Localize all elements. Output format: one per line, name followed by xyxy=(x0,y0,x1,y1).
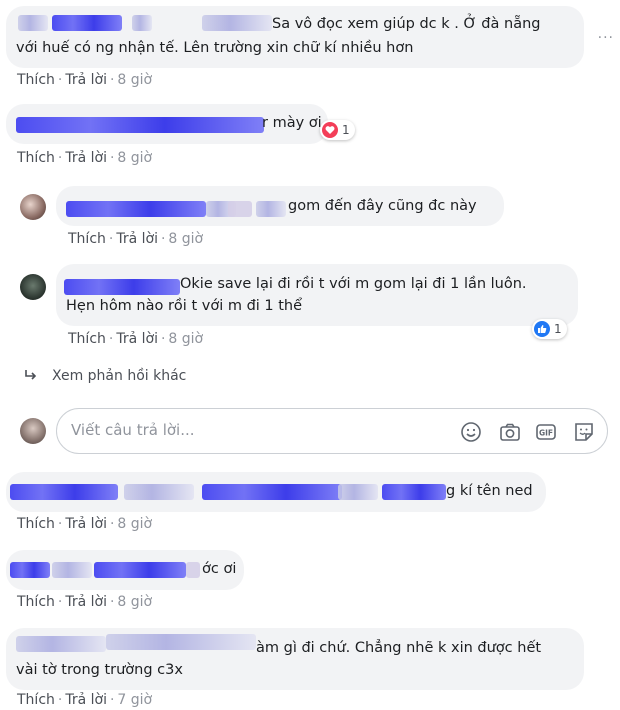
redacted-name xyxy=(202,15,272,31)
like-link[interactable]: Thích xyxy=(17,594,55,610)
redacted-name xyxy=(18,15,48,31)
reply-text: Okie save lại đi rồi t với m gom lại đi … xyxy=(180,276,527,292)
reply-actions: Thích · Trả lời · 8 giờ xyxy=(68,231,203,247)
redacted-name xyxy=(382,484,446,500)
timestamp[interactable]: 8 giờ xyxy=(117,516,152,532)
separator: · xyxy=(109,516,115,532)
redacted-name xyxy=(106,634,256,650)
avatar[interactable] xyxy=(20,274,46,300)
comment-text: r mày ơi xyxy=(262,115,322,131)
timestamp[interactable]: 8 giờ xyxy=(168,331,203,347)
separator: · xyxy=(57,72,63,88)
separator: · xyxy=(109,692,115,708)
comment-actions: Thích · Trả lời · 8 giờ xyxy=(17,594,152,610)
separator: · xyxy=(109,594,115,610)
redacted-name xyxy=(16,636,106,652)
camera-icon[interactable] xyxy=(498,420,522,444)
sticker-icon[interactable] xyxy=(572,420,596,444)
reply-text: gom đến đây cũng đc này xyxy=(288,198,477,214)
comment-text: g kí tên ned xyxy=(446,483,533,499)
like-link[interactable]: Thích xyxy=(68,331,106,347)
like-link[interactable]: Thích xyxy=(17,516,55,532)
like-link[interactable]: Thích xyxy=(17,692,55,708)
redacted-name xyxy=(10,484,118,500)
comment-bubble: ớc ơi xyxy=(6,550,244,590)
comment-actions: Thích · Trả lời · 7 giờ xyxy=(17,692,152,708)
gif-icon[interactable]: GIF xyxy=(534,420,558,444)
reply-arrow-icon xyxy=(25,370,37,380)
separator: · xyxy=(57,150,63,166)
timestamp[interactable]: 8 giờ xyxy=(168,231,203,247)
comment-text: Sa vô đọc xem giúp dc k . Ở đà nẵng xyxy=(272,16,541,32)
redacted-name xyxy=(64,279,180,295)
redacted-name xyxy=(16,117,264,133)
redacted-name xyxy=(66,201,206,217)
redacted-name xyxy=(52,562,92,578)
reply-link[interactable]: Trả lời xyxy=(65,692,107,708)
redacted-name xyxy=(94,562,186,578)
comment-text: àm gì đi chứ. Chẳng nhẽ k xin được hết xyxy=(256,640,542,656)
reply-placeholder: Viết câu trả lời... xyxy=(71,421,195,439)
separator: · xyxy=(109,72,115,88)
love-reaction-icon xyxy=(322,122,338,138)
comment-text-line2: vài tờ trong trường c3x xyxy=(16,662,183,678)
separator: · xyxy=(160,331,166,347)
comment-actions: Thích · Trả lời · 8 giờ xyxy=(17,516,152,532)
separator: · xyxy=(57,594,63,610)
current-user-avatar xyxy=(20,418,46,444)
more-options-icon[interactable]: ··· xyxy=(598,30,614,46)
like-link[interactable]: Thích xyxy=(68,231,106,247)
timestamp[interactable]: 8 giờ xyxy=(117,594,152,610)
see-more-label: Xem phản hồi khác xyxy=(52,368,187,384)
see-more-replies[interactable]: Xem phản hồi khác xyxy=(24,368,186,384)
reply-input[interactable]: Viết câu trả lời... GIF xyxy=(56,408,608,454)
timestamp[interactable]: 7 giờ xyxy=(117,692,152,708)
reaction-number: 1 xyxy=(554,322,562,336)
reply-link[interactable]: Trả lời xyxy=(65,72,107,88)
reply-link[interactable]: Trả lời xyxy=(116,231,158,247)
comment-bubble: Sa vô đọc xem giúp dc k . Ở đà nẵng với … xyxy=(6,6,584,68)
reaction-count[interactable]: 1 xyxy=(532,319,567,339)
redacted-name xyxy=(202,484,342,500)
comment-bubble: àm gì đi chứ. Chẳng nhẽ k xin được hết v… xyxy=(6,628,584,690)
redacted-name xyxy=(228,201,252,217)
redacted-name xyxy=(132,15,152,31)
redacted-name xyxy=(256,201,286,217)
comment-actions: Thích · Trả lời · 8 giờ xyxy=(17,72,152,88)
redacted-name xyxy=(10,562,50,578)
reply-actions: Thích · Trả lời · 8 giờ xyxy=(68,331,203,347)
reaction-count[interactable]: 1 xyxy=(320,120,355,140)
reply-bubble: Okie save lại đi rồi t với m gom lại đi … xyxy=(56,264,578,326)
emoji-icon[interactable] xyxy=(459,420,483,444)
reply-link[interactable]: Trả lời xyxy=(65,150,107,166)
timestamp[interactable]: 8 giờ xyxy=(117,72,152,88)
comment-bubble: r mày ơi xyxy=(6,104,328,144)
timestamp[interactable]: 8 giờ xyxy=(117,150,152,166)
separator: · xyxy=(160,231,166,247)
separator: · xyxy=(57,516,63,532)
comment-bubble: g kí tên ned xyxy=(6,472,546,512)
reply-bubble: gom đến đây cũng đc này xyxy=(56,186,504,226)
comment-text-line2: với huế có ng nhận tế. Lên trường xin ch… xyxy=(16,40,414,56)
comment-text: ớc ơi xyxy=(202,561,237,577)
reaction-number: 1 xyxy=(342,123,350,137)
comment-actions: Thích · Trả lời · 8 giờ xyxy=(17,150,152,166)
like-link[interactable]: Thích xyxy=(17,150,55,166)
redacted-name xyxy=(52,15,122,31)
reply-link[interactable]: Trả lời xyxy=(65,594,107,610)
like-reaction-icon xyxy=(534,321,550,337)
redacted-name xyxy=(338,484,378,500)
reply-text-line2: Hẹn hôm nào rồi t với m đi 1 thể xyxy=(66,298,303,314)
redacted-name xyxy=(124,484,194,500)
separator: · xyxy=(108,331,114,347)
like-link[interactable]: Thích xyxy=(17,72,55,88)
avatar[interactable] xyxy=(20,194,46,220)
separator: · xyxy=(57,692,63,708)
reply-link[interactable]: Trả lời xyxy=(116,331,158,347)
redacted-name xyxy=(186,562,200,578)
svg-text:GIF: GIF xyxy=(539,429,553,438)
reply-link[interactable]: Trả lời xyxy=(65,516,107,532)
separator: · xyxy=(108,231,114,247)
separator: · xyxy=(109,150,115,166)
